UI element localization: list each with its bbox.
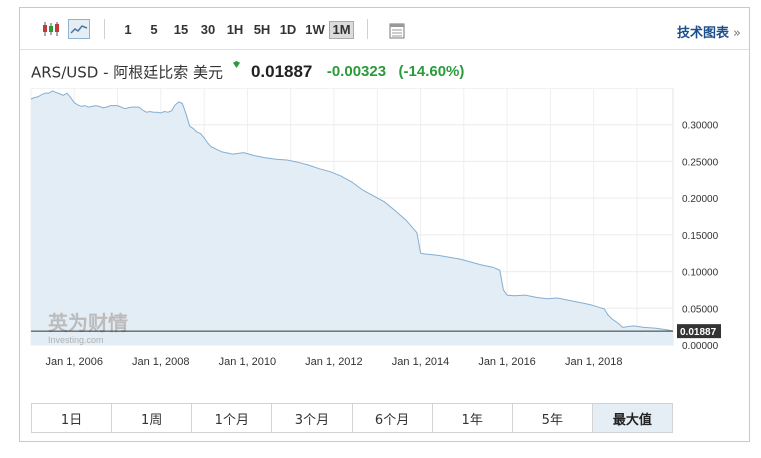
range-6m[interactable]: 6个月 xyxy=(352,404,433,432)
timeframe-1m[interactable]: 1M xyxy=(329,21,354,39)
timeframe-1d[interactable]: 1D xyxy=(277,21,299,39)
x-tick-label: Jan 1, 2008 xyxy=(132,356,190,368)
x-axis: Jan 1, 2006 Jan 1, 2008 Jan 1, 2010 Jan 1, … xyxy=(46,356,623,368)
timeframe-30[interactable]: 30 xyxy=(198,21,218,39)
technical-chart-link[interactable]: 技术图表» xyxy=(677,22,741,41)
range-1y[interactable]: 1年 xyxy=(432,404,513,432)
last-price-marker: 0.01887 xyxy=(677,324,721,339)
timeframe-5h[interactable]: 5H xyxy=(251,21,273,39)
last-price-label: 0.01887 xyxy=(680,327,717,338)
timeframe-1h[interactable]: 1H xyxy=(225,21,245,39)
y-tick-label: 0.10000 xyxy=(682,268,719,279)
range-1m[interactable]: 1个月 xyxy=(192,404,273,432)
timeframe-15[interactable]: 15 xyxy=(171,21,191,39)
timeframe-5[interactable]: 5 xyxy=(148,21,160,39)
range-5y[interactable]: 5年 xyxy=(512,404,593,432)
y-tick-label: 0.20000 xyxy=(682,194,719,205)
y-axis: 0.00000 0.05000 0.10000 0.15000 0.20000 0.250… xyxy=(682,121,719,352)
y-tick-label: 0.25000 xyxy=(682,157,719,168)
range-max[interactable]: 最大值 xyxy=(592,404,672,432)
technical-chart-label: 技术图表 xyxy=(677,26,730,41)
range-selector: 1日 1周 1个月 3个月 6个月 1年 5年 最大值 xyxy=(31,403,673,433)
x-tick-label: Jan 1, 2018 xyxy=(565,356,623,368)
double-chevron-right-icon: » xyxy=(733,26,741,41)
watermark-en: Investing.com xyxy=(48,335,104,345)
quote-header: ARS/USD - 阿根廷比索 美元 0.01887 -0.00323 (-14… xyxy=(31,61,464,85)
x-tick-label: Jan 1, 2016 xyxy=(478,356,536,368)
x-tick-label: Jan 1, 2014 xyxy=(392,356,450,368)
y-tick-label: 0.30000 xyxy=(682,121,719,132)
timeframe-1w[interactable]: 1W xyxy=(303,21,327,39)
chart-widget: 1 5 15 30 1H 5H 1D 1W 1M 技术图表» ARS/USD -… xyxy=(19,7,750,442)
y-tick-label: 0.00000 xyxy=(682,341,719,352)
x-tick-label: Jan 1, 2010 xyxy=(219,356,277,368)
timeframe-1[interactable]: 1 xyxy=(122,21,134,39)
price-chart[interactable]: 英为财情 Investing.com 0.000000.050000.10000… xyxy=(20,88,749,383)
price-change-percent: (-14.60%) xyxy=(398,63,465,81)
y-tick-label: 0.05000 xyxy=(682,304,719,315)
candlestick-icon[interactable] xyxy=(40,19,62,39)
toolbar-divider xyxy=(367,19,368,39)
line-chart-icon[interactable] xyxy=(68,19,90,39)
range-1w[interactable]: 1周 xyxy=(112,404,193,432)
x-tick-label: Jan 1, 2012 xyxy=(305,356,363,368)
instrument-name: ARS/USD - 阿根廷比索 美元 xyxy=(31,63,224,82)
table-icon[interactable] xyxy=(386,21,408,41)
range-1d[interactable]: 1日 xyxy=(32,404,113,432)
chart-toolbar: 1 5 15 30 1H 5H 1D 1W 1M 技术图表» xyxy=(20,8,749,50)
toolbar-divider xyxy=(104,19,105,39)
range-3m[interactable]: 3个月 xyxy=(272,404,353,432)
y-tick-label: 0.15000 xyxy=(682,231,719,242)
last-price: 0.01887 xyxy=(250,61,313,81)
x-tick-label: Jan 1, 2006 xyxy=(46,356,104,368)
price-direction-icon xyxy=(233,61,241,68)
price-change: -0.00323 xyxy=(326,63,387,81)
